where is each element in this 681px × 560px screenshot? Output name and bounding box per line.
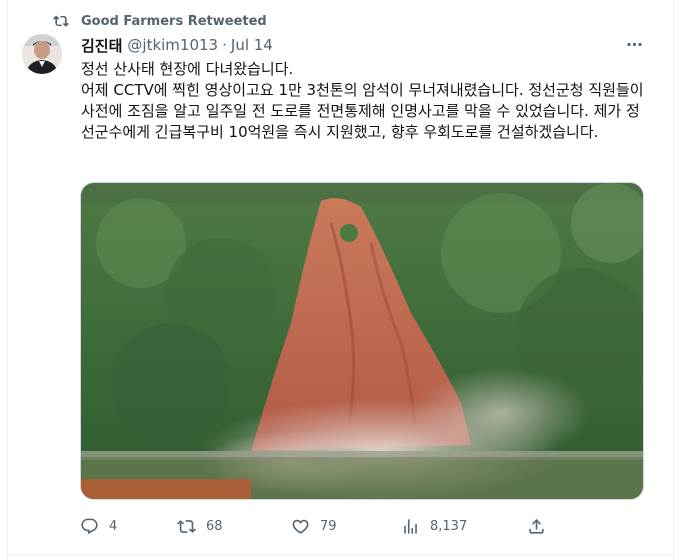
tweet-actions-bar: 4 68 79 8,137 (80, 513, 646, 539)
heart-icon (292, 519, 309, 534)
views-icon (404, 518, 417, 534)
social-context[interactable]: Good Farmers Retweeted (53, 11, 267, 31)
retweet-button[interactable]: 68 (177, 513, 223, 539)
avatar[interactable] (22, 34, 62, 74)
header-separator: · (222, 36, 227, 54)
reply-button[interactable]: 4 (80, 513, 117, 539)
author-handle[interactable]: @jtkim1013 (127, 36, 218, 54)
reply-count: 4 (109, 518, 118, 534)
tweet-text: 정선 산사태 현장에 다녀왔습니다. 어제 CCTV에 찍힌 영상이고요 1만 … (81, 59, 646, 143)
timeline-border-right (673, 0, 674, 560)
timeline-border-left (7, 0, 8, 560)
reply-icon (81, 518, 98, 534)
retweet-icon (177, 519, 196, 533)
tweet-header: 김진태 @jtkim1013 · Jul 14 (81, 35, 273, 55)
tweet-timestamp[interactable]: Jul 14 (231, 36, 273, 54)
landslide-video-frame (81, 183, 643, 499)
like-button[interactable]: 79 (291, 513, 337, 539)
tweet-text-line: 정선 산사태 현장에 다녀왔습니다. (81, 60, 294, 78)
tweet-divider (7, 555, 674, 556)
retweet-icon (53, 15, 69, 27)
retweet-count: 68 (206, 518, 223, 534)
author-name[interactable]: 김진태 (81, 35, 122, 56)
more-options-button[interactable] (622, 34, 646, 54)
share-icon (529, 518, 544, 534)
avatar-image (22, 34, 62, 74)
retweeted-by-label[interactable]: Good Farmers Retweeted (81, 14, 267, 29)
views-count: 8,137 (430, 518, 468, 534)
like-count: 79 (320, 518, 337, 534)
share-button[interactable] (527, 513, 546, 539)
tweet-text-line: 어제 CCTV에 찍힌 영상이고요 1만 3천톤의 암석이 무너져내렸습니다. … (81, 81, 644, 141)
more-icon (626, 42, 642, 46)
tweet-media-video[interactable] (80, 182, 644, 500)
views-button[interactable]: 8,137 (401, 513, 467, 539)
